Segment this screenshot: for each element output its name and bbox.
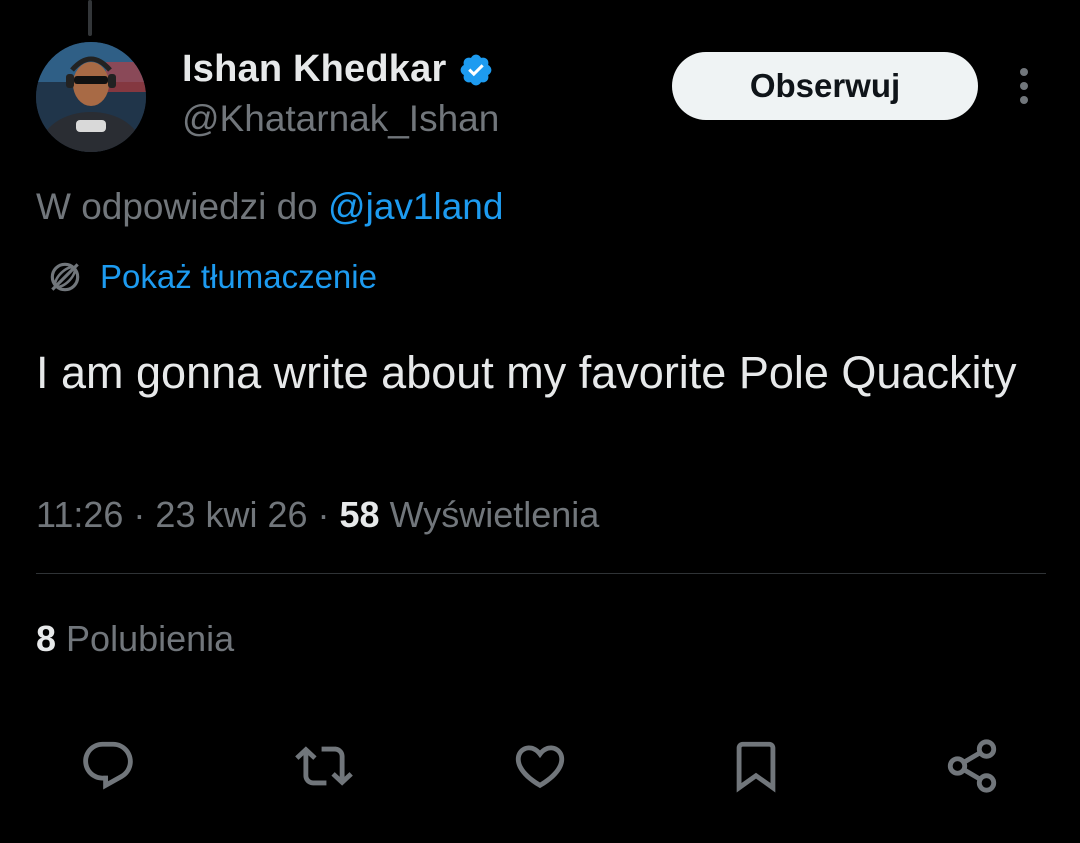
- avatar[interactable]: [36, 42, 146, 152]
- reply-context: W odpowiedzi do @jav1land: [36, 186, 503, 228]
- thread-connector-line: [88, 0, 92, 36]
- reply-button[interactable]: [78, 736, 138, 796]
- bookmark-icon: [736, 741, 776, 793]
- meta-separator: ·: [307, 494, 340, 535]
- reply-prefix: W odpowiedzi do: [36, 186, 329, 227]
- like-icon: [515, 745, 565, 789]
- translate-label[interactable]: Pokaż tłumaczenie: [100, 258, 377, 296]
- retweet-icon: [295, 746, 353, 786]
- tweet-time[interactable]: 11:26: [36, 494, 123, 535]
- retweet-button[interactable]: [294, 736, 354, 796]
- author-name-row[interactable]: Ishan Khedkar: [182, 48, 494, 91]
- translate-button[interactable]: Pokaż tłumaczenie: [46, 258, 377, 296]
- author-handle[interactable]: @Khatarnak_Ishan: [182, 98, 499, 140]
- divider: [36, 573, 1046, 574]
- meta-separator: ·: [123, 494, 156, 535]
- verified-badge-icon: [461, 54, 492, 85]
- like-button[interactable]: [510, 736, 570, 796]
- reply-mention-link[interactable]: @jav1land: [328, 186, 503, 227]
- share-button[interactable]: [942, 736, 1002, 796]
- views-label: Wyświetlenia: [379, 494, 600, 535]
- translate-globe-icon: [50, 262, 80, 292]
- likes-count: 8: [36, 618, 57, 659]
- views-count: 58: [339, 494, 380, 535]
- share-icon: [947, 739, 997, 793]
- bookmark-button[interactable]: [726, 736, 786, 796]
- avatar-image: [36, 42, 146, 152]
- author-display-name[interactable]: Ishan Khedkar: [182, 48, 446, 91]
- tweet-date[interactable]: 23 kwi 26: [155, 494, 307, 535]
- likes-summary[interactable]: 8 Polubienia: [36, 618, 234, 660]
- tweet-meta: 11:26 · 23 kwi 26 · 58 Wyświetlenia: [36, 494, 599, 536]
- reply-icon: [83, 741, 133, 790]
- tweet-text: I am gonna write about my favorite Pole …: [36, 347, 1017, 398]
- likes-label: Polubienia: [56, 618, 235, 659]
- follow-button[interactable]: Obserwuj: [672, 52, 978, 120]
- more-options-button[interactable]: [1004, 64, 1044, 108]
- more-vertical-icon: [1020, 68, 1028, 104]
